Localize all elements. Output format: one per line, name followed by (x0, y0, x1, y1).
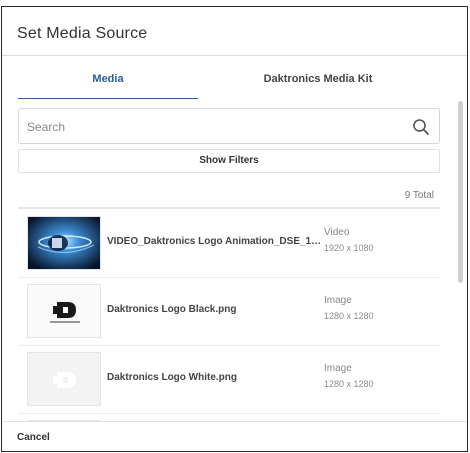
tab-daktronics-media-kit[interactable]: Daktronics Media Kit (228, 73, 408, 99)
list-item[interactable] (18, 414, 440, 421)
logo-black-thumbnail (27, 284, 101, 338)
search-input[interactable] (27, 117, 407, 137)
media-name: Daktronics Logo Black.png (107, 304, 237, 315)
set-media-source-dialog: Set Media Source Media Daktronics Media … (1, 6, 468, 452)
media-name: Daktronics Logo White.png (107, 372, 237, 383)
list-item[interactable]: VIDEO_Daktronics Logo Animation_DSE_1920… (18, 210, 440, 278)
media-type: Image (324, 295, 352, 306)
dialog-title: Set Media Source (2, 7, 467, 56)
dialog-footer: Cancel (2, 421, 467, 451)
media-type: Image (324, 363, 352, 374)
media-dimensions: 1920 x 1080 (324, 243, 374, 253)
dialog-body: Media Daktronics Media Kit Show Filters … (2, 57, 467, 421)
results-total: 9 Total (18, 183, 440, 209)
tab-media[interactable]: Media (18, 73, 198, 99)
cancel-button[interactable]: Cancel (17, 432, 50, 443)
media-type: Video (324, 227, 350, 238)
list-item[interactable]: Daktronics Logo White.png Image 1280 x 1… (18, 346, 440, 414)
video-thumbnail (27, 216, 101, 270)
logo-white-thumbnail (27, 352, 101, 406)
media-list: VIDEO_Daktronics Logo Animation_DSE_1920… (18, 210, 440, 421)
media-name: VIDEO_Daktronics Logo Animation_DSE_1920… (107, 236, 325, 247)
media-dimensions: 1280 x 1280 (324, 311, 374, 321)
media-dimensions: 1280 x 1280 (324, 379, 374, 389)
tab-bar: Media Daktronics Media Kit (2, 57, 467, 99)
search-box (18, 108, 440, 144)
search-icon[interactable] (411, 117, 431, 137)
show-filters-button[interactable]: Show Filters (18, 149, 440, 173)
vertical-scrollbar[interactable] (458, 101, 463, 283)
list-item[interactable]: Daktronics Logo Black.png Image 1280 x 1… (18, 278, 440, 346)
